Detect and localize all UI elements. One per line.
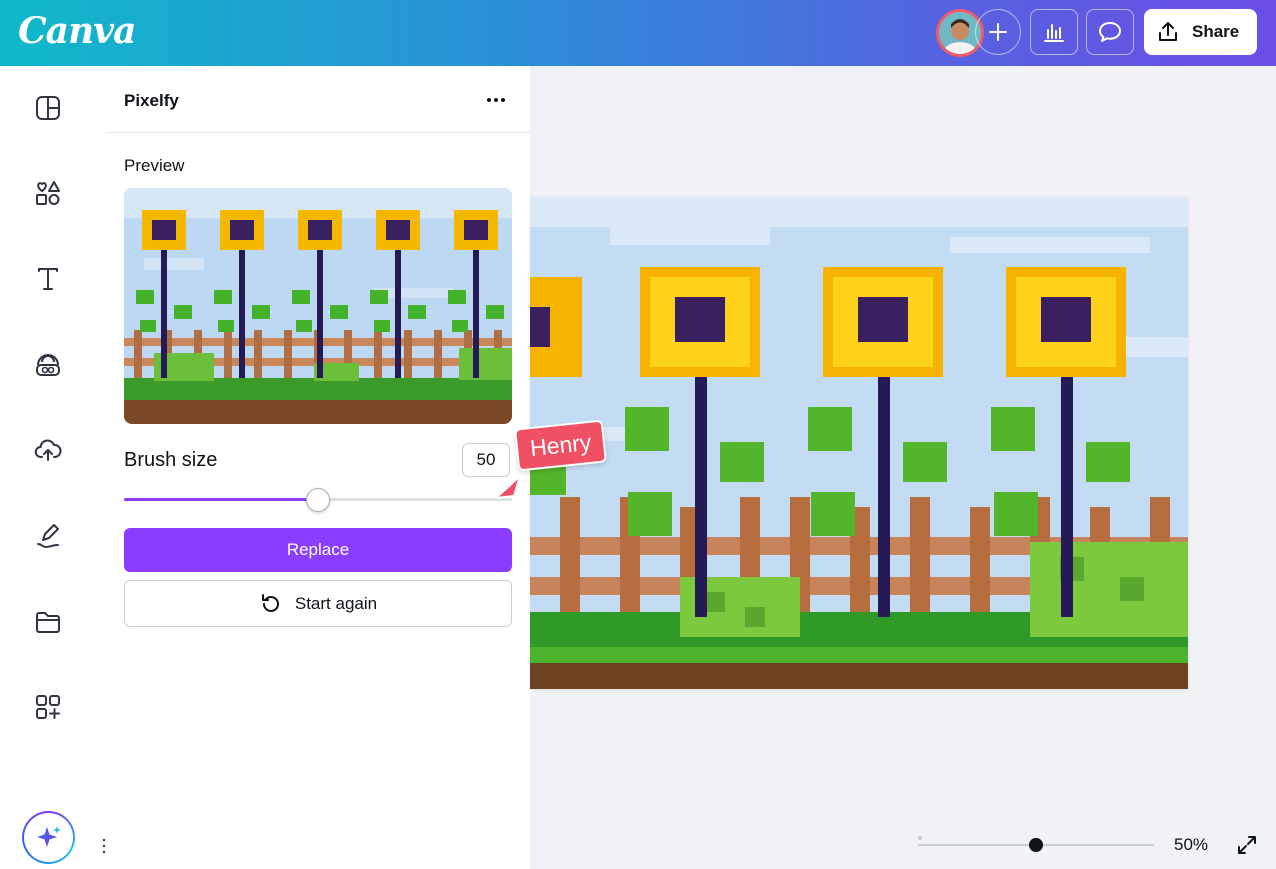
magic-button[interactable]: [22, 811, 75, 864]
brush-size-label: Brush size: [124, 449, 218, 471]
design-canvas[interactable]: [530, 197, 1188, 689]
comment-button[interactable]: [1086, 9, 1134, 55]
rail-text-button[interactable]: [31, 262, 65, 296]
slider-fill: [124, 498, 318, 501]
zoom-thumb[interactable]: [1029, 838, 1043, 852]
slider-thumb[interactable]: [306, 488, 330, 512]
draw-icon: [37, 524, 59, 549]
preview-label: Preview: [124, 156, 185, 175]
analytics-button[interactable]: [1030, 9, 1078, 55]
share-label: Share: [1192, 22, 1240, 41]
pixelfy-panel: Pixelfy Preview Brush size 50 Replace St…: [106, 66, 530, 869]
replace-button[interactable]: Replace: [124, 528, 512, 572]
text-icon: [38, 268, 58, 290]
uploads-icon: [34, 439, 62, 461]
zoom-slider[interactable]: [918, 834, 1154, 856]
rail-brand-button[interactable]: [31, 348, 65, 382]
undo-icon: [261, 593, 279, 612]
rail-projects-button[interactable]: [31, 605, 65, 639]
elements-icon: [36, 181, 60, 205]
zoom-min-marker: [918, 836, 922, 840]
brush-size-slider[interactable]: [124, 486, 512, 514]
comment-icon: [1099, 22, 1121, 42]
top-bar: Canva Share: [0, 0, 1276, 66]
apps-icon: [36, 695, 60, 719]
share-icon: [1159, 22, 1177, 41]
preview-image: [124, 188, 512, 424]
folder-icon: [36, 612, 60, 633]
start-again-button[interactable]: Start again: [124, 580, 512, 627]
more-options-button[interactable]: [482, 88, 510, 112]
rail-apps-button[interactable]: [31, 690, 65, 724]
share-button[interactable]: Share: [1144, 9, 1257, 55]
rail-design-button[interactable]: [31, 91, 65, 125]
collaborator-cursor-icon: [495, 475, 521, 499]
more-dot-icon: [487, 98, 491, 102]
brand-icon: [36, 354, 60, 376]
plus-icon: [989, 23, 1007, 41]
start-again-label: Start again: [294, 593, 378, 613]
panel-title: Pixelfy: [124, 91, 179, 110]
zoom-level[interactable]: 50%: [1174, 835, 1208, 855]
rail-draw-button[interactable]: [31, 519, 65, 553]
divider: [106, 132, 530, 133]
rail-uploads-button[interactable]: [31, 433, 65, 467]
canva-logo[interactable]: Canva: [18, 10, 136, 52]
fullscreen-icon[interactable]: [1236, 834, 1258, 856]
rail-elements-button[interactable]: [31, 176, 65, 210]
analytics-icon: [1044, 24, 1064, 42]
design-icon: [36, 96, 60, 120]
sparkle-icon: [36, 825, 61, 847]
side-rail: [0, 66, 106, 869]
add-collaborator-button[interactable]: [975, 9, 1021, 55]
